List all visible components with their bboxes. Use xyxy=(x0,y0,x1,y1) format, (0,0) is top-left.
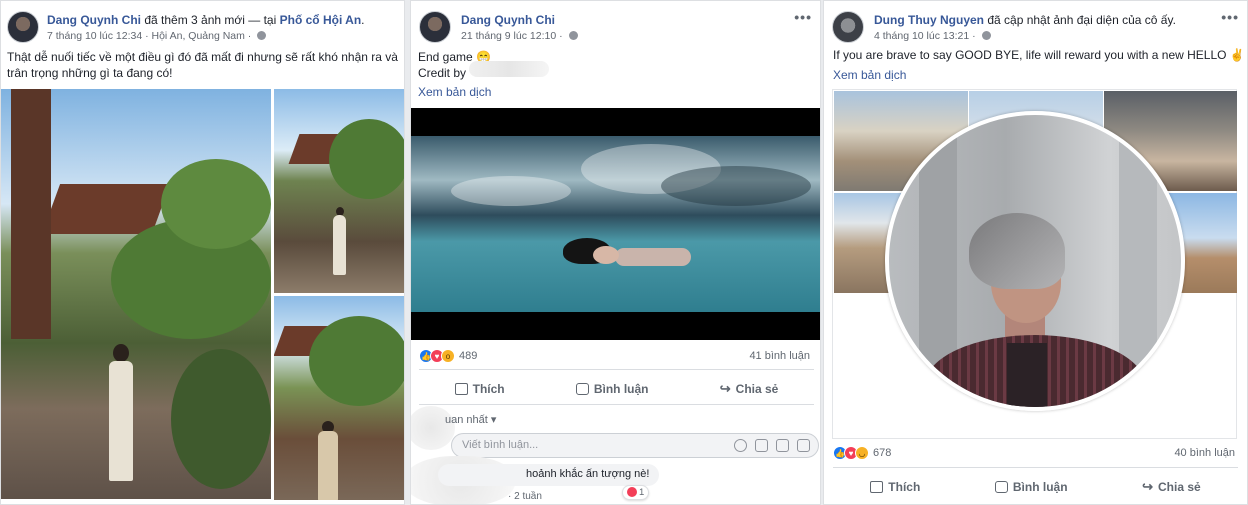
comment-meta[interactable]: · 2 tuần xyxy=(508,491,542,502)
comment-icon xyxy=(994,481,1008,493)
post-text-line2: Credit by xyxy=(418,66,467,80)
globe-icon xyxy=(981,31,991,40)
author-name-wrap: Dang Quynh Chi xyxy=(461,13,555,27)
divider xyxy=(833,467,1238,468)
comment-button[interactable]: Bình luận xyxy=(568,378,657,400)
reactions-summary[interactable]: 👍 ♥ ◡ 678 xyxy=(833,446,891,460)
camera-icon[interactable] xyxy=(755,439,768,452)
share-button[interactable]: ↪ Chia sẻ xyxy=(712,378,787,400)
like-button[interactable]: Thích xyxy=(862,476,928,498)
avatar[interactable] xyxy=(832,11,864,43)
sticker-icon[interactable] xyxy=(797,439,810,452)
comment-reaction-count: 1 xyxy=(639,487,645,498)
post-headline: Dung Thuy Nguyen đã cập nhật ảnh đại diệ… xyxy=(874,13,1176,27)
see-translation-link[interactable]: Xem bản dịch xyxy=(833,68,906,82)
place-suffix: . xyxy=(361,13,365,27)
thumb-icon xyxy=(454,383,468,395)
comment-count[interactable]: 41 bình luận xyxy=(749,350,810,362)
comment-count[interactable]: 40 bình luận xyxy=(1174,447,1235,459)
comment-label: Bình luận xyxy=(593,382,649,396)
post-time[interactable]: 21 tháng 9 lúc 12:10 · xyxy=(461,30,566,42)
post-meta: 21 tháng 9 lúc 12:10 · xyxy=(461,30,578,42)
profile-picture[interactable] xyxy=(885,111,1185,411)
like-label: Thích xyxy=(472,382,505,396)
comment-input[interactable]: Viết bình luận... xyxy=(451,433,819,458)
photo-3[interactable] xyxy=(274,296,404,500)
action-bar: Thích Bình luận ↪ Chia sẻ xyxy=(833,476,1238,498)
place-link[interactable]: Phố cổ Hội An xyxy=(280,13,362,27)
profile-photo-collage[interactable] xyxy=(832,89,1237,439)
comment-tools xyxy=(734,439,810,452)
post-header: Dung Thuy Nguyen đã cập nhật ảnh đại diệ… xyxy=(832,9,1243,47)
divider xyxy=(419,404,814,405)
comment-icon xyxy=(575,383,589,395)
post-text: Thật dễ nuối tiếc về một điều gì đó đã m… xyxy=(7,50,398,80)
post-header: Dang Quynh Chi 21 tháng 9 lúc 12:10 · ••… xyxy=(417,9,814,47)
more-icon[interactable]: ••• xyxy=(1221,9,1239,25)
avatar[interactable] xyxy=(419,11,451,43)
photo-2[interactable] xyxy=(274,89,404,293)
post-meta: 4 tháng 10 lúc 13:21 · xyxy=(874,30,991,42)
gif-icon[interactable] xyxy=(776,439,789,452)
see-translation-link[interactable]: Xem bản dịch xyxy=(418,85,491,99)
emoji-icon[interactable] xyxy=(734,439,747,452)
video-player[interactable] xyxy=(411,108,820,340)
post-time[interactable]: 7 tháng 10 lúc 12:34 xyxy=(47,30,142,42)
post-action: đã cập nhật ảnh đại diện của cô ấy. xyxy=(984,13,1176,27)
comment-bubble: hoảnh khắc ấn tượng nè! xyxy=(438,464,660,486)
post-time[interactable]: 4 tháng 10 lúc 13:21 · xyxy=(874,30,979,42)
divider xyxy=(419,369,814,370)
photo-main[interactable] xyxy=(1,89,271,499)
post-meta: 7 tháng 10 lúc 12:34 · Hội An, Quảng Nam… xyxy=(47,30,267,42)
thumb-icon xyxy=(870,481,884,493)
post-headline: Dang Quynh Chi đã thêm 3 ảnh mới — tại P… xyxy=(47,13,365,27)
video-frame xyxy=(411,136,820,312)
feed: Dang Quynh Chi đã thêm 3 ảnh mới — tại P… xyxy=(0,0,1248,505)
reaction-count: 489 xyxy=(459,350,478,362)
comment-placeholder: Viết bình luận... xyxy=(462,439,539,451)
comment-label: Bình luận xyxy=(1012,480,1068,494)
share-label: Chia sẻ xyxy=(1158,480,1201,494)
share-label: Chia sẻ xyxy=(735,382,779,396)
more-icon[interactable]: ••• xyxy=(794,9,812,25)
wow-icon: o xyxy=(441,349,455,363)
comment-reactions[interactable]: 1 xyxy=(622,485,650,500)
post-card-3: Dung Thuy Nguyen đã cập nhật ảnh đại diệ… xyxy=(823,0,1248,505)
globe-icon xyxy=(257,31,267,40)
share-button[interactable]: ↪ Chia sẻ xyxy=(1134,476,1209,498)
post-card-1: Dang Quynh Chi đã thêm 3 ảnh mới — tại P… xyxy=(0,0,405,505)
author-name[interactable]: Dang Quynh Chi xyxy=(47,13,141,27)
post-card-2: Dang Quynh Chi 21 tháng 9 lúc 12:10 · ••… xyxy=(410,0,821,505)
post-location[interactable]: · Hội An, Quảng Nam · xyxy=(142,30,254,42)
globe-icon xyxy=(568,31,578,40)
post-header: Dang Quynh Chi đã thêm 3 ảnh mới — tại P… xyxy=(7,9,398,47)
comment-button[interactable]: Bình luận xyxy=(987,476,1076,498)
reactions-summary[interactable]: 👍 ♥ o 489 xyxy=(419,349,477,363)
author-name[interactable]: Dang Quynh Chi xyxy=(461,13,555,27)
share-icon: ↪ xyxy=(1142,479,1154,494)
avatar[interactable] xyxy=(7,11,39,43)
author-name[interactable]: Dung Thuy Nguyen xyxy=(874,13,984,27)
comment-sort[interactable]: uan nhất ▾ xyxy=(445,413,496,426)
love-icon xyxy=(627,487,637,497)
post-action: đã thêm 3 ảnh mới — tại xyxy=(141,13,280,27)
post-text: If you are brave to say GOOD BYE, life w… xyxy=(833,48,1245,62)
like-label: Thích xyxy=(888,480,921,494)
share-icon: ↪ xyxy=(719,381,731,396)
blurred-credit xyxy=(469,61,549,77)
video-subject xyxy=(563,238,693,268)
action-bar: Thích Bình luận ↪ Chia sẻ xyxy=(419,378,814,400)
haha-icon: ◡ xyxy=(855,446,869,460)
like-button[interactable]: Thích xyxy=(447,378,513,400)
comment-text: hoảnh khắc ấn tượng nè! xyxy=(526,468,650,480)
reaction-count: 678 xyxy=(873,447,892,459)
